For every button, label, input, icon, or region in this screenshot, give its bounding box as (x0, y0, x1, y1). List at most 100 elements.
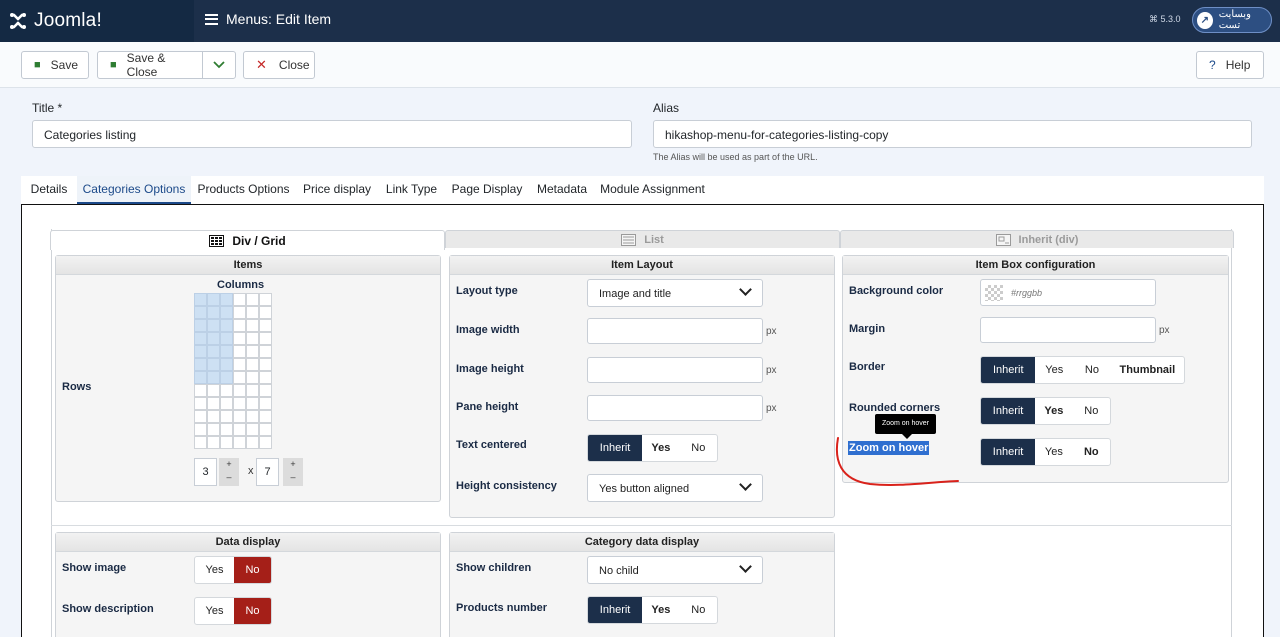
grid-cell[interactable] (193, 318, 207, 332)
grid-cell[interactable] (232, 422, 246, 436)
rounded-corners-toggle[interactable]: Inherit Yes No (980, 397, 1111, 425)
grid-cell[interactable] (245, 305, 259, 319)
grid-cell[interactable] (206, 344, 220, 358)
tab-categories-options[interactable]: Categories Options (77, 176, 191, 204)
grid-cell[interactable] (258, 357, 272, 371)
zoom-yes[interactable]: Yes (1035, 439, 1072, 465)
show-image-no[interactable]: No (233, 557, 271, 583)
grid-cell[interactable] (258, 396, 272, 410)
grid-cell[interactable] (232, 357, 246, 371)
grid-cell[interactable] (219, 422, 233, 436)
grid-cell[interactable] (206, 370, 220, 384)
grid-cell[interactable] (245, 370, 259, 384)
grid-cell[interactable] (206, 357, 220, 371)
grid-cell[interactable] (232, 409, 246, 423)
grid-cell[interactable] (258, 435, 272, 449)
border-no[interactable]: No (1073, 357, 1111, 383)
columns-count-input[interactable]: 3 (194, 458, 217, 486)
tab-metadata[interactable]: Metadata (529, 176, 595, 204)
grid-cell[interactable] (245, 292, 259, 306)
save-close-button[interactable]: ■ Save & Close (97, 51, 203, 79)
grid-cell[interactable] (193, 409, 207, 423)
grid-cell[interactable] (258, 292, 272, 306)
grid-cell[interactable] (206, 409, 220, 423)
grid-cell[interactable] (245, 331, 259, 345)
grid-cell[interactable] (206, 383, 220, 397)
grid-cell[interactable] (219, 409, 233, 423)
show-children-select[interactable]: No child (587, 556, 763, 584)
grid-cell[interactable] (232, 305, 246, 319)
color-swatch-icon[interactable] (985, 285, 1003, 301)
grid-cell[interactable] (258, 305, 272, 319)
grid-cell[interactable] (258, 383, 272, 397)
grid-cell[interactable] (232, 370, 246, 384)
grid-cell[interactable] (206, 422, 220, 436)
grid-cell[interactable] (258, 422, 272, 436)
tab-module-assignment[interactable]: Module Assignment (595, 176, 710, 204)
grid-cell[interactable] (258, 370, 272, 384)
grid-cell[interactable] (245, 344, 259, 358)
show-description-no[interactable]: No (233, 598, 271, 624)
text-centered-no[interactable]: No (680, 435, 717, 461)
border-inherit[interactable]: Inherit (981, 357, 1036, 383)
grid-cell[interactable] (193, 292, 207, 306)
layout-type-select[interactable]: Image and title (587, 279, 763, 307)
image-height-input[interactable] (587, 357, 763, 383)
products-number-yes[interactable]: Yes (642, 597, 679, 623)
tab-details[interactable]: Details (21, 176, 77, 204)
grid-cell[interactable] (232, 331, 246, 345)
help-button[interactable]: ? Help (1196, 51, 1264, 79)
show-description-yes[interactable]: Yes (195, 598, 234, 624)
zoom-no[interactable]: No (1073, 439, 1110, 465)
border-thumbnail[interactable]: Thumbnail (1111, 357, 1184, 383)
show-image-yes[interactable]: Yes (195, 557, 234, 583)
grid-cell[interactable] (219, 292, 233, 306)
grid-cell[interactable] (206, 292, 220, 306)
grid-cell[interactable] (219, 305, 233, 319)
grid-cell[interactable] (219, 318, 233, 332)
margin-input[interactable] (980, 317, 1156, 343)
save-dropdown-toggle[interactable] (202, 51, 236, 79)
grid-cell[interactable] (193, 305, 207, 319)
close-button[interactable]: ✕ Close (243, 51, 315, 79)
zoom-inherit[interactable]: Inherit (981, 439, 1036, 465)
grid-cell[interactable] (258, 409, 272, 423)
grid-cell[interactable] (258, 318, 272, 332)
text-centered-yes[interactable]: Yes (642, 435, 679, 461)
text-centered-toggle[interactable]: Inherit Yes No (587, 434, 718, 462)
rows-minus-button[interactable]: – (283, 471, 303, 484)
grid-cell[interactable] (206, 396, 220, 410)
grid-cell[interactable] (258, 331, 272, 345)
mode-tab-list[interactable]: List (445, 230, 840, 248)
grid-cell[interactable] (258, 344, 272, 358)
columns-minus-button[interactable]: – (219, 471, 239, 484)
view-site-button[interactable]: ↗ وبسایت تست (1192, 7, 1272, 33)
grid-cell[interactable] (232, 344, 246, 358)
grid-cell[interactable] (232, 292, 246, 306)
rows-count-input[interactable]: 7 (256, 458, 279, 486)
grid-cell[interactable] (193, 435, 207, 449)
rows-plus-button[interactable]: + (283, 458, 303, 471)
grid-cell[interactable] (232, 383, 246, 397)
grid-cell[interactable] (206, 435, 220, 449)
grid-cell[interactable] (232, 396, 246, 410)
products-number-no[interactable]: No (680, 597, 717, 623)
tab-products-options[interactable]: Products Options (191, 176, 296, 204)
joomla-logo[interactable]: Joomla! (0, 0, 194, 42)
grid-cell[interactable] (193, 344, 207, 358)
mode-tab-div-grid[interactable]: Div / Grid (50, 230, 445, 250)
tab-page-display[interactable]: Page Display (445, 176, 529, 204)
grid-cell[interactable] (245, 396, 259, 410)
grid-cell[interactable] (219, 370, 233, 384)
grid-size-picker[interactable] (193, 292, 272, 449)
grid-cell[interactable] (219, 344, 233, 358)
grid-cell[interactable] (219, 357, 233, 371)
products-number-toggle[interactable]: Inherit Yes No (587, 596, 718, 624)
background-color-input[interactable]: #rrggbb (980, 279, 1156, 306)
grid-cell[interactable] (193, 370, 207, 384)
border-yes[interactable]: Yes (1035, 357, 1073, 383)
rounded-inherit[interactable]: Inherit (981, 398, 1036, 424)
grid-cell[interactable] (245, 357, 259, 371)
grid-cell[interactable] (232, 435, 246, 449)
save-button[interactable]: ■ Save (21, 51, 89, 79)
